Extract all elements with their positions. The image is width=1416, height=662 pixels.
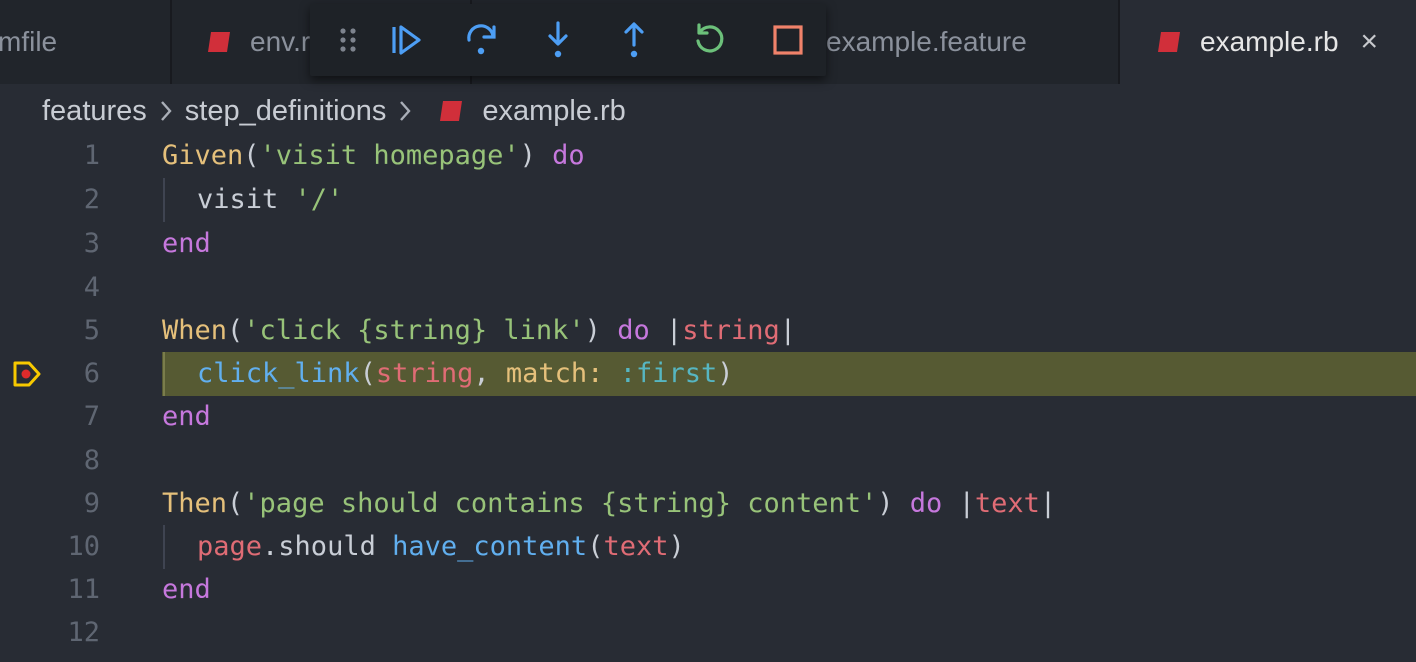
stop-icon[interactable]: [768, 20, 808, 60]
line-number: 6: [83, 358, 100, 389]
line-number: 11: [67, 574, 100, 605]
code-text: Given('visit homepage') do: [162, 140, 585, 171]
drag-handle-icon[interactable]: [328, 20, 368, 60]
line-number: 3: [83, 228, 100, 259]
code-text: end: [162, 574, 211, 605]
current-execution-line: 6 click_link(string, match: :first): [0, 352, 1416, 396]
line-number: 7: [83, 401, 100, 432]
ruby-icon: [1158, 32, 1180, 52]
code-text: page.should have_content(text): [197, 531, 685, 562]
chevron-right-icon: [159, 98, 173, 124]
indent-guide: [163, 178, 165, 222]
restart-icon[interactable]: [690, 20, 730, 60]
code-line: 3 end: [0, 222, 1416, 266]
tab-label: mfile: [0, 26, 58, 57]
step-over-icon[interactable]: [462, 20, 502, 60]
tab-label: example.feature: [826, 26, 1027, 57]
line-number: 10: [67, 531, 100, 562]
code-line: 12: [0, 611, 1416, 655]
breakpoint-arrow-icon[interactable]: [12, 360, 42, 388]
debug-toolbar: [310, 4, 826, 76]
breadcrumb-item-step-definitions[interactable]: step_definitions: [185, 95, 387, 128]
code-text: end: [162, 401, 211, 432]
close-icon[interactable]: ×: [1361, 27, 1379, 57]
tab-example-feature[interactable]: example.feature: [826, 0, 1120, 84]
tab-gemfile[interactable]: mfile: [0, 0, 172, 84]
breadcrumb-item-features[interactable]: features: [42, 95, 147, 128]
code-text: end: [162, 228, 211, 259]
breadcrumb: features step_definitions example.rb: [42, 88, 626, 134]
continue-icon[interactable]: [386, 20, 426, 60]
tab-label: example.rb: [1200, 26, 1339, 57]
line-number: 2: [83, 184, 100, 215]
code-line: 10 page.should have_content(text): [0, 525, 1416, 569]
code-line: 11 end: [0, 568, 1416, 612]
line-number: 4: [83, 272, 100, 303]
code-line: 7 end: [0, 395, 1416, 439]
code-line: 1 Given('visit homepage') do: [0, 134, 1416, 178]
breadcrumb-item-example-rb[interactable]: example.rb: [482, 95, 625, 128]
step-out-icon[interactable]: [614, 20, 654, 60]
chevron-right-icon: [398, 98, 412, 124]
ruby-icon: [440, 101, 463, 121]
code-line: 9 Then('page should contains {string} co…: [0, 482, 1416, 526]
indent-guide: [163, 525, 165, 569]
code-text: Then('page should contains {string} cont…: [162, 488, 1057, 519]
code-text: When('click {string} link') do |string|: [162, 315, 797, 346]
ruby-icon: [208, 32, 230, 52]
line-number: 9: [83, 488, 100, 519]
code-text: click_link(string, match: :first): [197, 358, 734, 389]
step-into-icon[interactable]: [538, 20, 578, 60]
line-number: 1: [83, 140, 100, 171]
code-editor[interactable]: 1 Given('visit homepage') do 2 visit '/'…: [0, 134, 1416, 662]
tab-example-rb[interactable]: example.rb ×: [1120, 0, 1416, 84]
line-number: 12: [67, 617, 100, 648]
code-text: visit '/': [197, 184, 344, 215]
code-line: 2 visit '/': [0, 178, 1416, 222]
code-line: 8: [0, 439, 1416, 483]
line-number: 8: [83, 445, 100, 476]
tab-label: env.r: [250, 26, 311, 57]
code-line: 4: [0, 266, 1416, 310]
code-line: 5 When('click {string} link') do |string…: [0, 309, 1416, 353]
line-number: 5: [83, 315, 100, 346]
indent-guide: [163, 352, 165, 396]
